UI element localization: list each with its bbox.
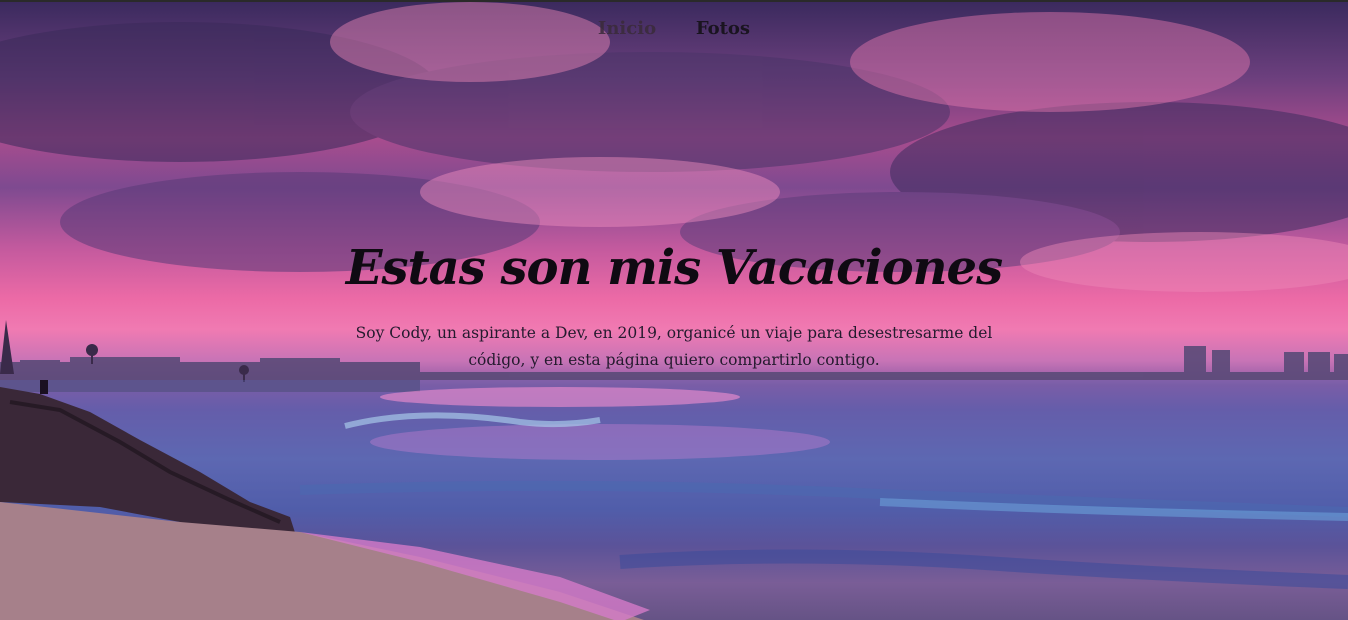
page-title: Estas son mis Vacaciones	[345, 240, 1003, 296]
nav-link-inicio[interactable]: Inicio	[598, 18, 656, 39]
nav-link-fotos[interactable]: Fotos	[696, 18, 750, 39]
intro-paragraph: Soy Cody, un aspirante a Dev, en 2019, o…	[355, 324, 993, 369]
hero-section: Inicio Fotos Estas son mis Vacaciones So…	[0, 0, 1348, 620]
beach-sunset-background-image	[0, 2, 1348, 620]
top-navigation: Inicio Fotos	[0, 18, 1348, 39]
